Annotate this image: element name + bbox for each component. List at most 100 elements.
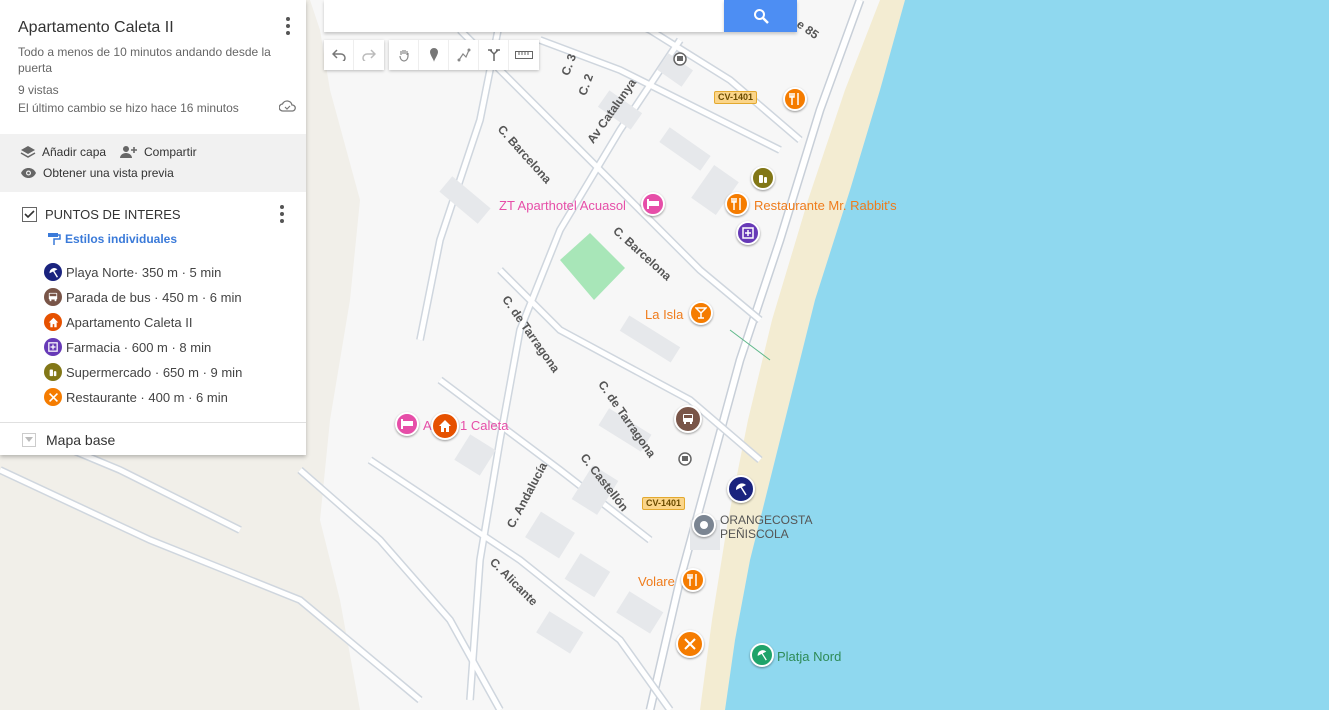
share-button[interactable]: Compartir: [118, 145, 197, 159]
toolbar-history: [324, 40, 384, 70]
map-menu-button[interactable]: [278, 16, 298, 36]
grocery-pin[interactable]: [751, 166, 775, 190]
undo-icon: [331, 49, 346, 61]
dot-icon: [700, 521, 708, 529]
preview-label: Obtener una vista previa: [43, 166, 174, 180]
label-platja-nord[interactable]: Platja Nord: [777, 649, 841, 664]
toolbar-tools: [389, 40, 539, 70]
pharmacy-pin[interactable]: [736, 221, 760, 245]
bed-icon: [401, 419, 413, 429]
directions-icon: [487, 49, 500, 61]
share-label: Compartir: [144, 145, 197, 159]
layer-name[interactable]: PUNTOS DE INTERES: [45, 207, 181, 222]
bar-pin[interactable]: [689, 301, 713, 325]
bus-icon: [44, 288, 62, 306]
eye-icon: [21, 168, 36, 178]
measure-button[interactable]: [509, 40, 539, 70]
ruler-icon: [515, 51, 533, 59]
layer-menu-button[interactable]: [272, 204, 292, 224]
grocery-icon: [44, 363, 62, 381]
pharmacy-icon: [44, 338, 62, 356]
directions-button[interactable]: [479, 40, 509, 70]
hotel-pin[interactable]: [641, 192, 665, 216]
beach-icon: [735, 483, 747, 496]
pharmacy-icon: [742, 227, 754, 239]
beach-icon: [44, 263, 62, 281]
bed-icon: [647, 199, 659, 209]
map-description[interactable]: Todo a menos de 10 minutos andando desde…: [18, 44, 288, 76]
restaurant-pin[interactable]: [676, 630, 704, 658]
bus-icon: [683, 414, 693, 424]
restaurant-icon: [687, 574, 697, 586]
hand-icon: [398, 50, 409, 62]
layer-styles-link[interactable]: Estilos individuales: [47, 232, 177, 246]
grocery-icon: [759, 175, 767, 183]
search-input[interactable]: [324, 0, 724, 32]
search-button[interactable]: [724, 0, 797, 32]
label-orangecosta-2[interactable]: PEÑISCOLA: [720, 527, 789, 541]
pan-button[interactable]: [389, 40, 419, 70]
last-change: El último cambio se hizo hace 16 minutos: [18, 101, 239, 115]
poi-item-grocery[interactable]: Supermercado · 650 m · 9 min: [44, 363, 242, 381]
layer-visibility-checkbox[interactable]: [22, 207, 37, 222]
bus-stop-icon: [678, 452, 692, 466]
chevron-down-icon: [22, 433, 36, 447]
restaurant-icon: [731, 198, 741, 210]
undo-button[interactable]: [324, 40, 354, 70]
view-count: 9 vistas: [18, 83, 59, 97]
label-caleta[interactable]: 1 Caleta: [460, 418, 508, 433]
label-aparthotel[interactable]: ZT Aparthotel Acuasol: [499, 198, 626, 213]
poi-item-restaurant[interactable]: Restaurante · 400 m · 6 min: [44, 388, 228, 406]
poi-item-bus[interactable]: Parada de bus · 450 m · 6 min: [44, 288, 242, 306]
map-actions: Añadir capa Compartir Obtener una vista …: [0, 134, 306, 192]
layer-styles-label: Estilos individuales: [65, 232, 178, 246]
map-legend-panel: Apartamento Caleta II Todo a menos de 10…: [0, 0, 306, 455]
search-icon: [753, 9, 769, 24]
home-icon: [44, 313, 62, 331]
cocktail-icon: [695, 307, 707, 319]
add-person-icon: [120, 146, 137, 158]
beach-icon: [757, 650, 767, 661]
draw-line-icon: [457, 48, 470, 62]
home-icon: [439, 420, 451, 432]
basemap-toggle[interactable]: Mapa base: [22, 432, 115, 448]
add-layer-button[interactable]: Añadir capa: [20, 145, 106, 159]
basemap-label: Mapa base: [46, 432, 116, 448]
label-mr-rabbit[interactable]: Restaurante Mr. Rabbit's: [754, 198, 897, 213]
restaurant-pin[interactable]: [681, 568, 705, 592]
redo-icon: [362, 49, 376, 61]
label-volare[interactable]: Volare: [638, 574, 675, 589]
beach-pin[interactable]: [727, 475, 755, 503]
poi-item-pharmacy[interactable]: Farmacia · 600 m · 8 min: [44, 338, 211, 356]
redo-button[interactable]: [354, 40, 384, 70]
map-title[interactable]: Apartamento Caleta II: [18, 19, 174, 37]
restaurant-pin[interactable]: [783, 87, 807, 111]
beach-pin[interactable]: [750, 643, 774, 667]
paint-roller-icon: [48, 233, 61, 245]
marker-icon: [429, 48, 438, 62]
restaurant-icon: [789, 93, 799, 105]
add-layer-label: Añadir capa: [42, 145, 107, 159]
bus-stop-icon: [673, 52, 687, 66]
cutlery-icon: [684, 638, 696, 650]
label-la-isla[interactable]: La Isla: [645, 307, 683, 322]
poi-label: Playa Norte· 350 m · 5 min: [66, 264, 222, 280]
apartment-pin[interactable]: [431, 412, 459, 440]
poi-item-beach[interactable]: Playa Norte· 350 m · 5 min: [44, 263, 221, 281]
hotel-pin[interactable]: [395, 412, 419, 436]
restaurant-pin[interactable]: [725, 192, 749, 216]
layer-header: PUNTOS DE INTERES: [22, 207, 181, 222]
add-marker-button[interactable]: [419, 40, 449, 70]
draw-line-button[interactable]: [449, 40, 479, 70]
poi-label: Parada de bus · 450 m · 6 min: [66, 289, 242, 305]
poi-item-apartment[interactable]: Apartamento Caleta II: [44, 313, 192, 331]
place-pin[interactable]: [692, 513, 716, 537]
bus-pin[interactable]: [674, 405, 702, 433]
poi-label: Farmacia · 600 m · 8 min: [66, 339, 212, 355]
poi-label: Supermercado · 650 m · 9 min: [66, 364, 243, 380]
cloud-saved-icon: [279, 100, 296, 112]
divider: [0, 422, 306, 423]
restaurant-icon: [44, 388, 62, 406]
preview-button[interactable]: Obtener una vista previa: [20, 166, 174, 180]
label-orangecosta[interactable]: ORANGECOSTA: [720, 513, 812, 527]
